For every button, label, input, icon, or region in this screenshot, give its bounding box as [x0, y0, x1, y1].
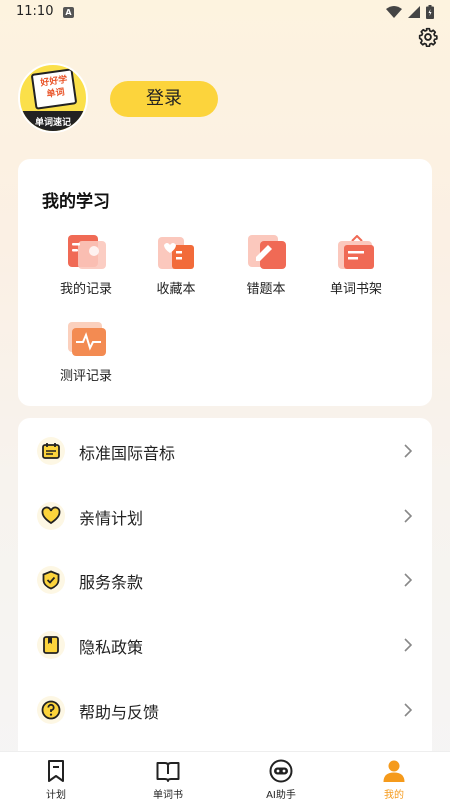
study-item-assessment[interactable]: 测评记录 [46, 322, 126, 392]
mistakes-icon [248, 235, 286, 269]
tab-label: 计划 [46, 790, 66, 801]
chevron-right-icon [404, 638, 412, 652]
tab-label: 单词书 [153, 790, 183, 801]
menu-item-label: 帮助与反馈 [79, 703, 160, 722]
avatar-logo-text: 好好学 单词 [39, 75, 69, 101]
menu-item-phonetic[interactable]: 标准国际音标 [18, 422, 432, 480]
signal-icon [408, 6, 420, 18]
chevron-right-icon [404, 509, 412, 523]
study-item-favorites[interactable]: 收藏本 [136, 235, 216, 305]
chevron-right-icon [404, 573, 412, 587]
tab-ai-assistant[interactable]: AI助手 [225, 752, 337, 801]
wifi-icon [386, 6, 402, 18]
privacy-icon [43, 636, 59, 654]
my-study-card: 我的学习 我的记录 收藏本 错题本 单词书架 测评记录 [18, 159, 432, 406]
tab-label: AI助手 [266, 790, 296, 801]
bottom-tab-bar: 计划 单词书 AI助手 我的 [0, 751, 450, 801]
plan-icon [48, 760, 64, 782]
tab-label: 我的 [384, 790, 404, 801]
study-item-label: 收藏本 [156, 282, 196, 297]
menu-item-family-plan[interactable]: 亲情计划 [18, 487, 432, 545]
avatar[interactable]: 好好学 单词 单词速记 [18, 63, 88, 133]
study-item-label: 错题本 [246, 282, 286, 297]
tab-mine[interactable]: 我的 [338, 752, 450, 801]
menu-item-help[interactable]: 帮助与反馈 [18, 681, 432, 739]
tab-wordbook[interactable]: 单词书 [112, 752, 224, 801]
heart-icon-wrap [37, 502, 65, 530]
notification-badge-icon: A [63, 7, 74, 18]
settings-menu-card: 标准国际音标 亲情计划 服务条款 隐私政策 帮助与反馈 [18, 418, 432, 763]
book-icon [156, 762, 180, 782]
status-time: 11:10 [16, 4, 54, 19]
privacy-icon-wrap [37, 631, 65, 659]
status-bar: 11:10 A [0, 0, 450, 26]
my-study-title: 我的学习 [42, 192, 110, 212]
heart-icon [41, 506, 61, 525]
bookshelf-icon [338, 235, 374, 269]
avatar-logo-book: 好好学 单词 [30, 68, 78, 110]
study-item-bookshelf[interactable]: 单词书架 [316, 235, 396, 305]
menu-item-privacy[interactable]: 隐私政策 [18, 616, 432, 674]
ai-icon [269, 759, 293, 783]
avatar-band-text: 单词速记 [34, 118, 71, 128]
menu-item-label: 亲情计划 [79, 509, 144, 528]
login-button[interactable]: 登录 [110, 81, 218, 117]
help-icon-wrap [37, 696, 65, 724]
study-item-label: 单词书架 [329, 282, 382, 297]
study-item-records[interactable]: 我的记录 [46, 235, 126, 305]
assessment-icon [68, 322, 106, 356]
menu-item-label: 服务条款 [79, 573, 144, 592]
phonetic-icon [42, 443, 60, 459]
chevron-right-icon [404, 444, 412, 458]
status-icons [386, 5, 434, 19]
menu-item-label: 标准国际音标 [79, 444, 176, 463]
study-item-label: 测评记录 [59, 369, 112, 384]
chevron-right-icon [404, 703, 412, 717]
menu-item-label: 隐私政策 [79, 638, 144, 657]
record-icon [68, 235, 106, 269]
profile-icon [383, 760, 405, 782]
study-item-label: 我的记录 [59, 282, 112, 297]
settings-gear-icon[interactable] [418, 27, 438, 47]
phonetic-icon-wrap [37, 437, 65, 465]
tab-plan[interactable]: 计划 [0, 752, 112, 801]
menu-item-terms[interactable]: 服务条款 [18, 551, 432, 609]
help-icon [41, 700, 61, 720]
shield-icon [42, 570, 60, 590]
shield-icon-wrap [37, 566, 65, 594]
battery-icon [426, 5, 434, 19]
study-item-mistakes[interactable]: 错题本 [226, 235, 306, 305]
favorites-icon [158, 237, 194, 269]
